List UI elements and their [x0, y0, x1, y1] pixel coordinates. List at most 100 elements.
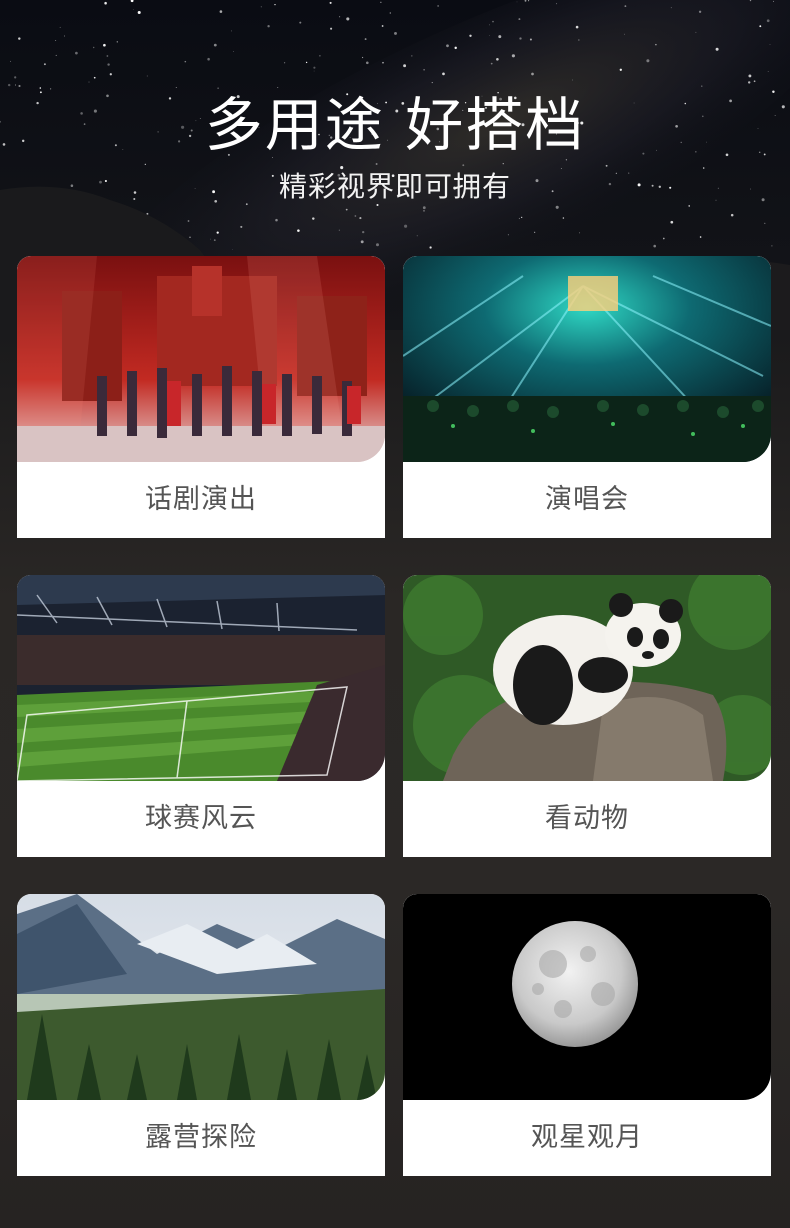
card-moon[interactable]: 观星观月	[403, 894, 771, 1176]
star	[360, 240, 364, 244]
star	[103, 43, 106, 47]
star	[64, 35, 65, 37]
star	[233, 51, 234, 52]
star	[359, 217, 362, 220]
page: 多用途 好搭档 精彩视界即可拥有 话剧演出 演唱会 球赛风云 看动物 露营探险 …	[0, 0, 790, 1228]
star	[107, 63, 110, 66]
star	[670, 7, 672, 9]
star	[382, 61, 384, 64]
star	[562, 217, 565, 219]
star	[529, 38, 532, 41]
star	[75, 51, 78, 55]
star	[555, 205, 559, 209]
star	[411, 55, 413, 57]
star	[184, 60, 187, 63]
star	[699, 236, 702, 238]
panda-photo	[403, 575, 771, 781]
star	[207, 57, 210, 61]
star	[313, 70, 315, 72]
star	[116, 41, 118, 43]
star	[394, 31, 397, 35]
star	[106, 55, 109, 57]
star	[403, 64, 407, 68]
star	[429, 246, 432, 249]
card-football[interactable]: 球赛风云	[17, 575, 385, 857]
star	[345, 208, 348, 211]
star	[423, 210, 425, 212]
star	[213, 43, 217, 47]
star	[662, 237, 665, 240]
star	[10, 60, 12, 62]
star	[189, 236, 191, 238]
star	[213, 239, 216, 241]
star	[442, 72, 445, 76]
star	[389, 12, 391, 14]
star	[519, 37, 522, 40]
star	[619, 68, 622, 71]
star	[260, 6, 262, 8]
star	[489, 35, 490, 36]
star	[92, 46, 95, 49]
card-label: 看动物	[545, 803, 629, 834]
star	[312, 217, 315, 220]
star	[219, 10, 223, 13]
concert-crowd-photo	[403, 256, 771, 462]
star	[297, 229, 300, 232]
full-moon-photo	[403, 894, 771, 1100]
card-label: 话剧演出	[145, 484, 257, 515]
mountain-forest-photo	[17, 894, 385, 1100]
star	[624, 5, 627, 8]
star	[216, 231, 219, 234]
star	[748, 74, 752, 78]
star	[521, 216, 523, 218]
card-camping[interactable]: 露营探险	[17, 894, 385, 1176]
star	[772, 0, 774, 2]
card-label: 球赛风云	[145, 803, 257, 834]
star	[210, 238, 212, 240]
star	[670, 220, 674, 224]
star	[454, 46, 457, 50]
star	[489, 24, 490, 26]
star	[516, 1, 518, 3]
star	[313, 66, 316, 69]
star	[187, 220, 190, 222]
star	[275, 218, 278, 222]
star	[490, 62, 493, 65]
star	[767, 70, 769, 72]
card-theater[interactable]: 话剧演出	[17, 256, 385, 538]
theater-stage-photo	[17, 256, 385, 462]
star	[104, 1, 107, 5]
card-label: 观星观月	[531, 1122, 643, 1153]
star	[695, 31, 697, 33]
star	[109, 73, 112, 76]
star	[365, 61, 369, 65]
star	[329, 1, 332, 4]
star	[771, 245, 773, 247]
star	[575, 25, 579, 29]
card-concert[interactable]: 演唱会	[403, 256, 771, 538]
star	[698, 10, 702, 13]
star	[764, 222, 766, 224]
star	[55, 39, 57, 41]
star	[715, 47, 719, 51]
star	[511, 54, 515, 58]
star	[338, 229, 340, 231]
star	[364, 38, 367, 41]
star	[362, 230, 365, 234]
star	[423, 69, 425, 71]
star	[653, 244, 656, 248]
star	[766, 19, 770, 23]
star	[240, 225, 243, 228]
star	[232, 249, 233, 250]
star	[578, 39, 580, 41]
star	[354, 215, 357, 217]
page-title: 多用途 好搭档	[204, 91, 586, 159]
star	[769, 43, 771, 45]
star	[274, 3, 276, 6]
star	[283, 62, 286, 64]
star	[380, 1, 382, 3]
card-panda[interactable]: 看动物	[403, 575, 771, 857]
card-label: 演唱会	[545, 484, 629, 515]
star	[132, 8, 134, 10]
star	[759, 25, 762, 28]
